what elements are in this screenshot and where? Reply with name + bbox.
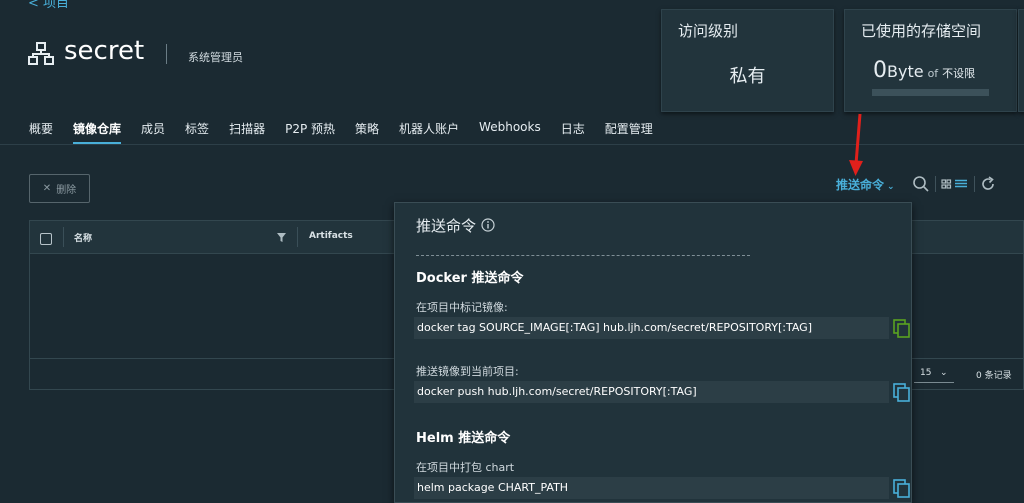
tab-scanner[interactable]: 扫描器 xyxy=(229,120,265,143)
storage-usage: 0Byte of 不设限 xyxy=(873,58,975,83)
annotation-arrow-icon xyxy=(849,113,863,176)
tab-p2p-preheat[interactable]: P2P 预热 xyxy=(285,120,335,143)
back-to-projects-link[interactable]: < 项目 xyxy=(28,0,69,11)
tabs-divider xyxy=(0,144,1024,145)
column-artifacts-header[interactable]: Artifacts xyxy=(309,231,353,241)
storage-limit: 不设限 xyxy=(942,67,976,80)
title-divider xyxy=(166,44,167,64)
helm-command-label: 在项目中打包 chart xyxy=(416,461,515,474)
filter-icon[interactable] xyxy=(277,233,286,242)
access-level-card: 访问级别 私有 xyxy=(661,9,834,112)
tab-members[interactable]: 成员 xyxy=(141,120,165,143)
chevron-down-icon: ⌄ xyxy=(940,368,948,378)
storage-card: 已使用的存储空间 0Byte of 不设限 xyxy=(844,9,1017,112)
tab-configuration[interactable]: 配置管理 xyxy=(605,120,653,143)
page-size-select[interactable]: 15 ⌄ xyxy=(920,368,948,378)
storage-amount: 0 xyxy=(873,58,887,83)
push-command-label: 推送命令 xyxy=(836,178,885,192)
column-name-header[interactable]: 名称 xyxy=(74,231,92,244)
list-view-icon[interactable] xyxy=(952,175,970,193)
search-icon[interactable] xyxy=(912,175,930,193)
tab-logs[interactable]: 日志 xyxy=(561,120,585,143)
delete-button-label: 删除 xyxy=(56,185,77,196)
extra-card-edge xyxy=(1018,9,1024,112)
tab-robot-accounts[interactable]: 机器人账户 xyxy=(399,120,459,143)
toolbar-divider-2 xyxy=(974,176,975,192)
helm-command-text[interactable]: helm package CHART_PATH xyxy=(414,477,889,499)
close-icon: ✕ xyxy=(42,183,52,194)
storage-unit: Byte xyxy=(887,62,924,81)
docker-section-title: Docker 推送命令 xyxy=(416,271,524,286)
tab-webhooks[interactable]: Webhooks xyxy=(479,120,541,143)
access-level-title: 访问级别 xyxy=(678,22,739,40)
tab-policy[interactable]: 策略 xyxy=(355,120,379,143)
push-command-popover: 推送命令 Docker 推送命令 在项目中标记镜像: docker tag SO… xyxy=(394,202,912,503)
info-icon[interactable] xyxy=(481,218,495,232)
tab-labels[interactable]: 标签 xyxy=(185,120,209,143)
tag-command-label: 在项目中标记镜像: xyxy=(416,301,508,314)
select-all-checkbox[interactable] xyxy=(40,233,52,245)
copy-icon[interactable] xyxy=(893,319,910,338)
helm-section-title: Helm 推送命令 xyxy=(416,431,511,446)
copy-icon[interactable] xyxy=(893,383,910,402)
project-role: 系统管理员 xyxy=(188,51,243,64)
toolbar-divider xyxy=(935,176,936,192)
push-command-text[interactable]: docker push hub.ljh.com/secret/REPOSITOR… xyxy=(414,381,889,403)
page-size-underline xyxy=(914,382,954,383)
tab-summary[interactable]: 概要 xyxy=(29,120,53,143)
refresh-icon[interactable] xyxy=(979,175,997,193)
storage-progress-bar xyxy=(872,89,989,96)
storage-of: of xyxy=(927,67,939,80)
chevron-down-icon: ⌄ xyxy=(887,182,895,192)
copy-icon[interactable] xyxy=(893,479,910,498)
popover-title: 推送命令 xyxy=(416,217,477,235)
record-count: 0 条记录 xyxy=(976,371,1012,381)
project-title: secret xyxy=(64,36,145,66)
popover-divider xyxy=(416,255,750,256)
column-divider xyxy=(63,227,64,247)
page-size-value: 15 xyxy=(920,368,932,378)
access-level-value: 私有 xyxy=(729,66,766,87)
project-tabs: 概要 镜像仓库 成员 标签 扫描器 P2P 预热 策略 机器人账户 Webhoo… xyxy=(29,120,673,145)
tag-command-text[interactable]: docker tag SOURCE_IMAGE[:TAG] hub.ljh.co… xyxy=(414,317,889,339)
push-command-dropdown[interactable]: 推送命令 ⌄ xyxy=(836,176,895,193)
storage-title: 已使用的存储空间 xyxy=(861,22,982,40)
project-icon xyxy=(28,42,54,65)
column-divider xyxy=(297,227,298,247)
tab-repositories[interactable]: 镜像仓库 xyxy=(73,120,122,145)
delete-button[interactable]: ✕ 删除 xyxy=(29,174,90,203)
push-command-label-text: 推送镜像到当前项目: xyxy=(416,365,519,378)
